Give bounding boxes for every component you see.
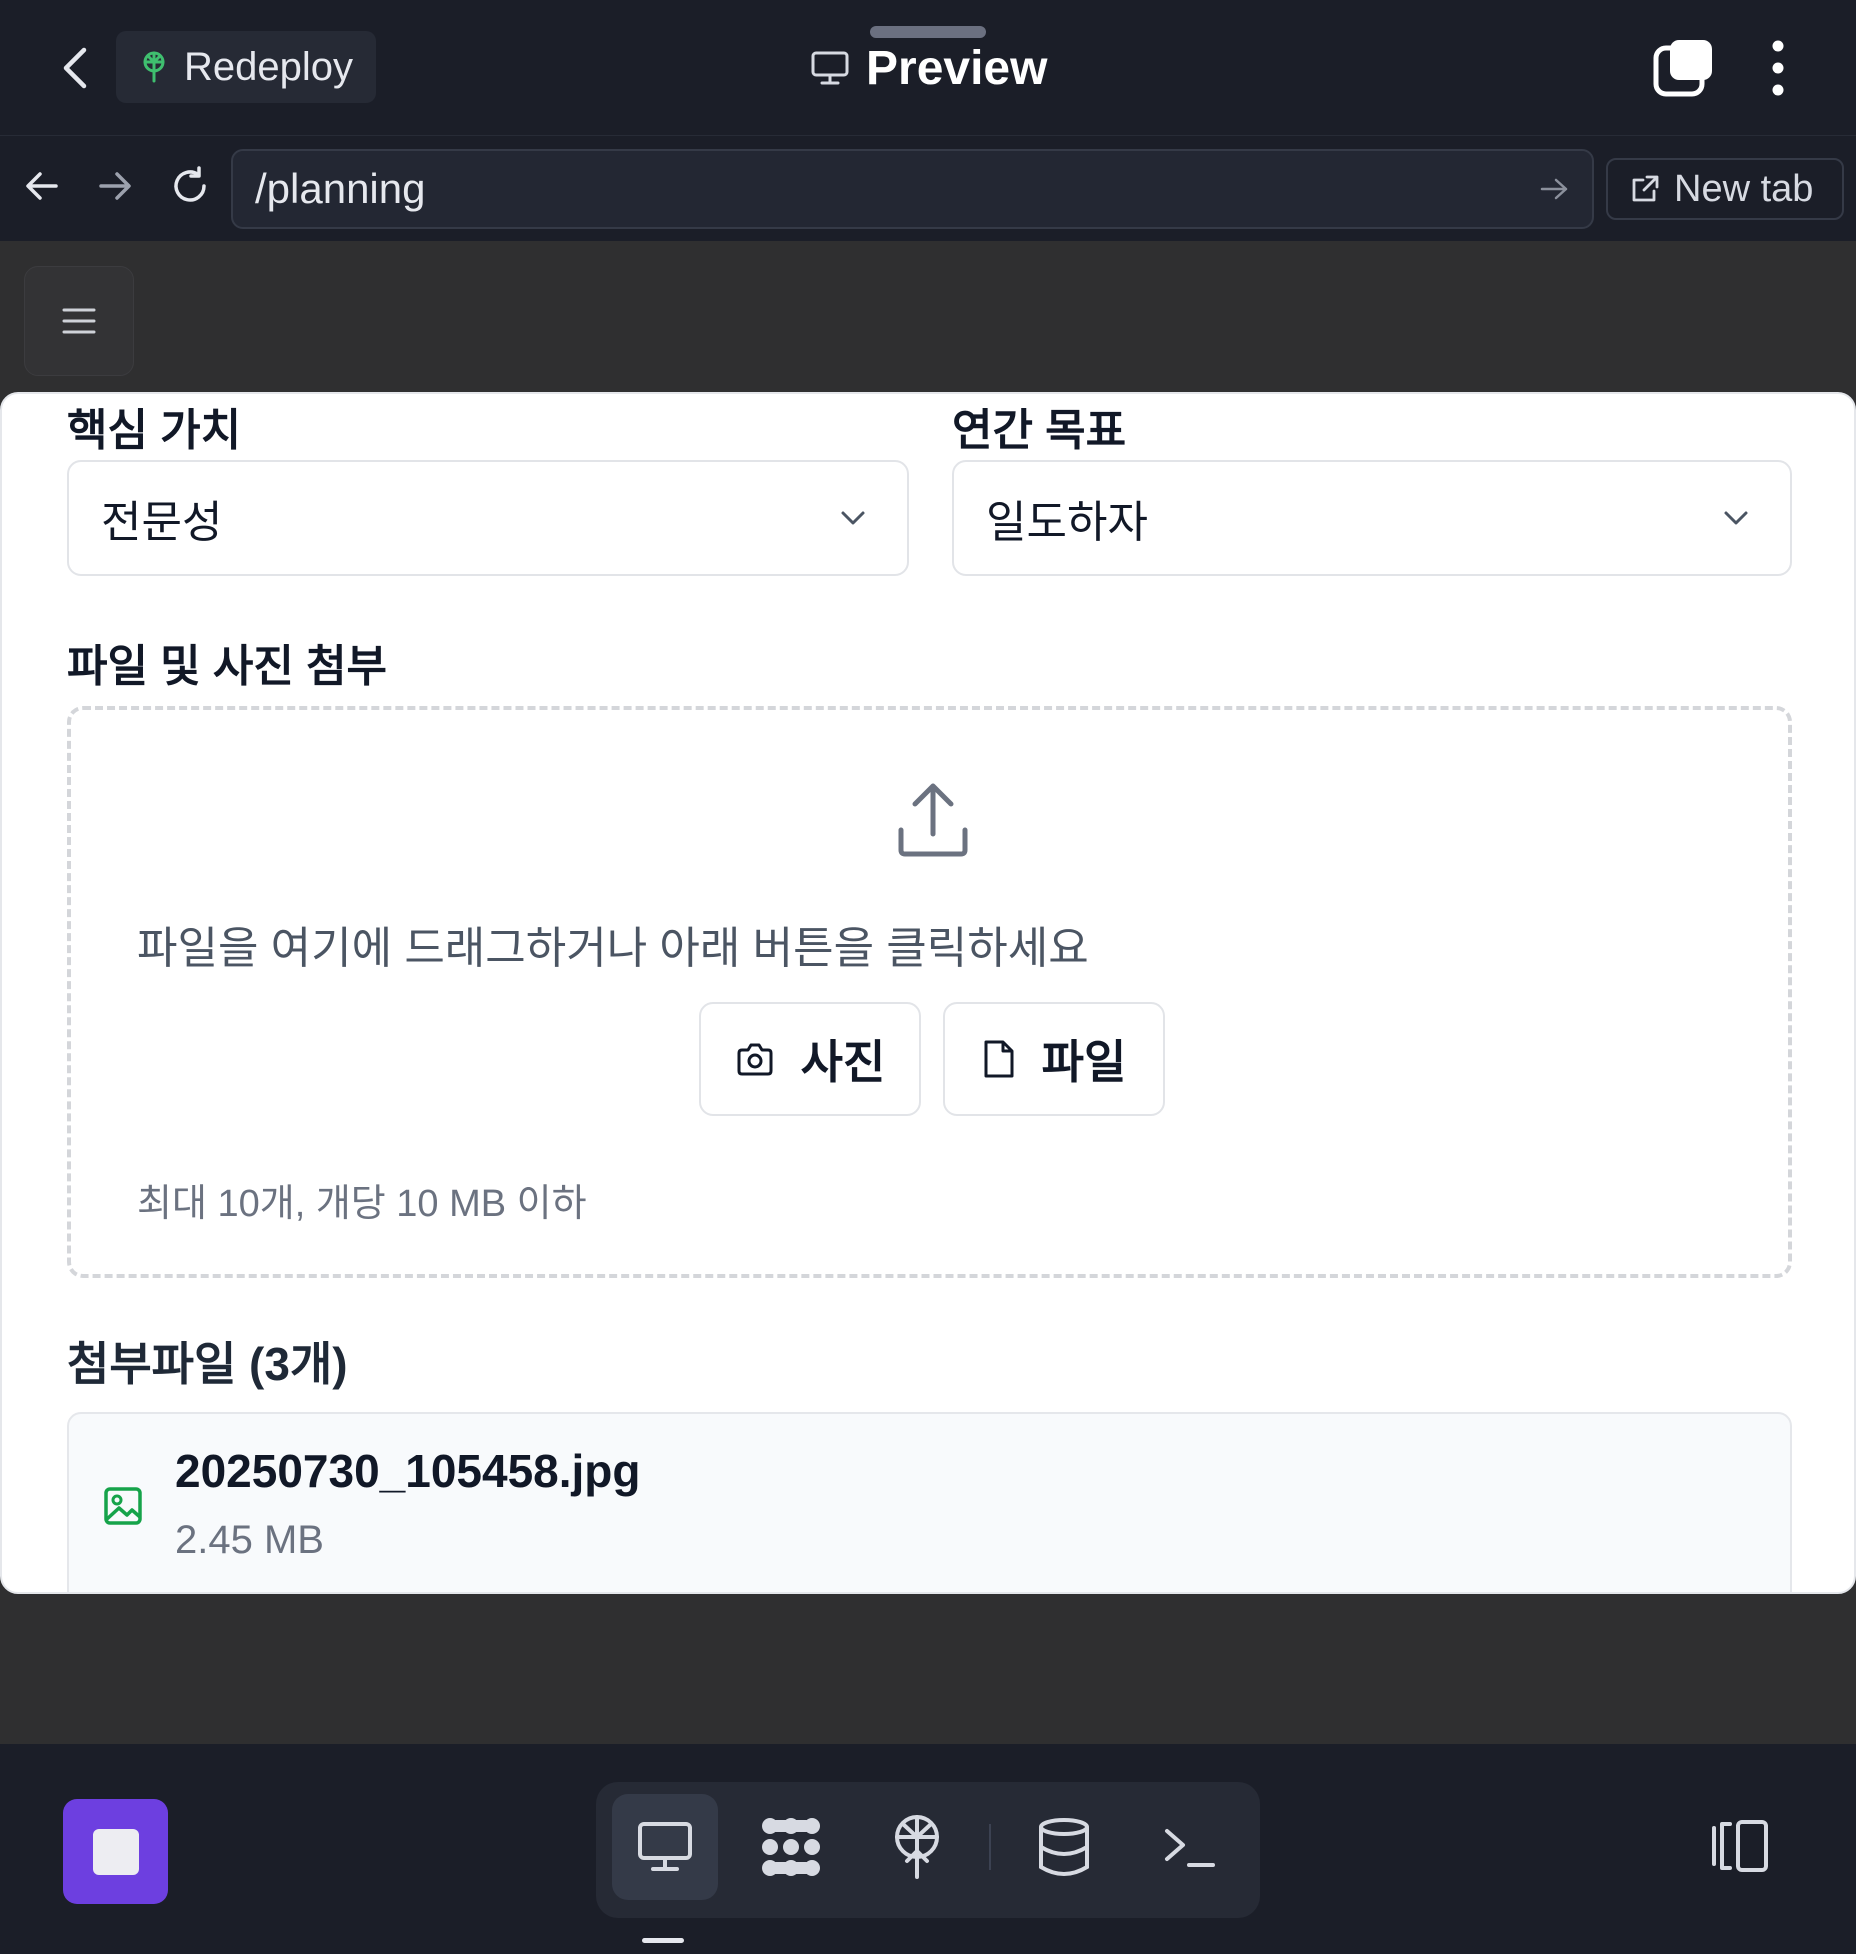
menu-button[interactable]	[24, 266, 134, 376]
redeploy-button[interactable]: Redeploy	[116, 31, 376, 103]
upload-limit-text: 최대 10개, 개당 10 MB 이하	[137, 1183, 587, 1225]
chevron-left-icon	[63, 47, 87, 89]
camera-icon	[737, 1043, 773, 1076]
tool-database[interactable]	[1011, 1794, 1117, 1900]
attachment-item[interactable]: 20250730_105458.jpg 2.45 MB	[67, 1412, 1792, 1592]
bottom-toolbar	[0, 1744, 1856, 1954]
file-button-label: 파일	[1041, 1036, 1127, 1088]
stop-icon	[92, 1828, 139, 1875]
file-button[interactable]: 파일	[943, 1002, 1165, 1116]
arrow-left-icon	[26, 172, 58, 200]
copy-icon	[1653, 40, 1712, 97]
core-value-select[interactable]: 전문성	[67, 460, 909, 576]
top-app-bar: Redeploy Preview	[0, 0, 1856, 135]
terminal-icon	[1165, 1829, 1215, 1867]
photo-button-label: 사진	[800, 1036, 886, 1088]
nav-back-button[interactable]	[14, 158, 70, 214]
tool-shell[interactable]	[1136, 1794, 1242, 1900]
go-arrow-icon[interactable]	[1534, 169, 1574, 209]
annual-goal-select[interactable]: 일도하자	[952, 460, 1792, 576]
image-file-icon	[104, 1487, 142, 1525]
upload-icon	[898, 783, 968, 857]
reload-icon	[174, 166, 206, 202]
chevron-down-icon	[841, 511, 865, 525]
more-options-button[interactable]	[1760, 36, 1796, 100]
browser-url-bar: /planning New tab	[0, 135, 1856, 241]
preview-title: Preview	[810, 36, 1047, 100]
annual-goal-selected: 일도하자	[986, 498, 1148, 547]
file-dropzone[interactable]: 파일을 여기에 드래그하거나 아래 버튼을 클릭하세요 사진 파일 최대 10개…	[67, 706, 1792, 1278]
database-icon	[1039, 1818, 1089, 1876]
split-layout-icon	[1712, 1820, 1768, 1872]
home-indicator	[642, 1938, 684, 1943]
tool-deploy[interactable]	[864, 1794, 970, 1900]
new-tab-label: New tab	[1674, 167, 1814, 210]
photo-button[interactable]: 사진	[699, 1002, 921, 1116]
tool-workflows[interactable]	[738, 1794, 844, 1900]
attachment-name: 20250730_105458.jpg	[175, 1445, 641, 1497]
layout-toggle-button[interactable]	[1708, 1814, 1772, 1878]
core-value-label: 핵심 가치	[67, 406, 242, 455]
page-title: Preview	[866, 41, 1048, 95]
monitor-icon	[811, 51, 849, 85]
attachment-size: 2.45 MB	[175, 1518, 324, 1562]
reload-button[interactable]	[162, 158, 218, 214]
dropzone-instruction: 파일을 여기에 드래그하거나 아래 버튼을 클릭하세요	[137, 924, 1089, 973]
stop-button[interactable]	[63, 1799, 168, 1904]
tool-switcher	[596, 1782, 1260, 1918]
monitor-icon	[638, 1822, 692, 1871]
workflows-icon	[762, 1818, 820, 1876]
deploy-tree-icon	[895, 1815, 939, 1879]
more-vertical-icon	[1772, 40, 1784, 96]
external-link-icon	[1632, 175, 1659, 202]
back-chevron-button[interactable]	[50, 40, 100, 96]
url-value: /planning	[255, 165, 426, 212]
annual-goal-label: 연간 목표	[952, 406, 1127, 455]
deploy-tree-icon	[143, 51, 165, 83]
url-input[interactable]: /planning	[231, 149, 1594, 229]
form-card: 핵심 가치 전문성 연간 목표 일도하자 파일 및 사진 첨부 파일을 여기에 …	[0, 392, 1856, 1594]
attach-section-label: 파일 및 사진 첨부	[67, 642, 388, 691]
copy-button[interactable]	[1652, 36, 1716, 100]
toolbar-divider	[989, 1824, 991, 1870]
file-icon	[984, 1040, 1014, 1078]
core-value-selected: 전문성	[101, 498, 223, 547]
nav-forward-button[interactable]	[87, 158, 143, 214]
tool-preview[interactable]	[612, 1794, 718, 1900]
redeploy-label: Redeploy	[184, 44, 354, 89]
attachments-title: 첨부파일 (3개)	[67, 1338, 348, 1390]
arrow-right-icon	[99, 172, 131, 200]
new-tab-button[interactable]: New tab	[1606, 158, 1844, 220]
chevron-down-icon	[1724, 511, 1748, 525]
hamburger-menu-icon	[62, 308, 96, 334]
